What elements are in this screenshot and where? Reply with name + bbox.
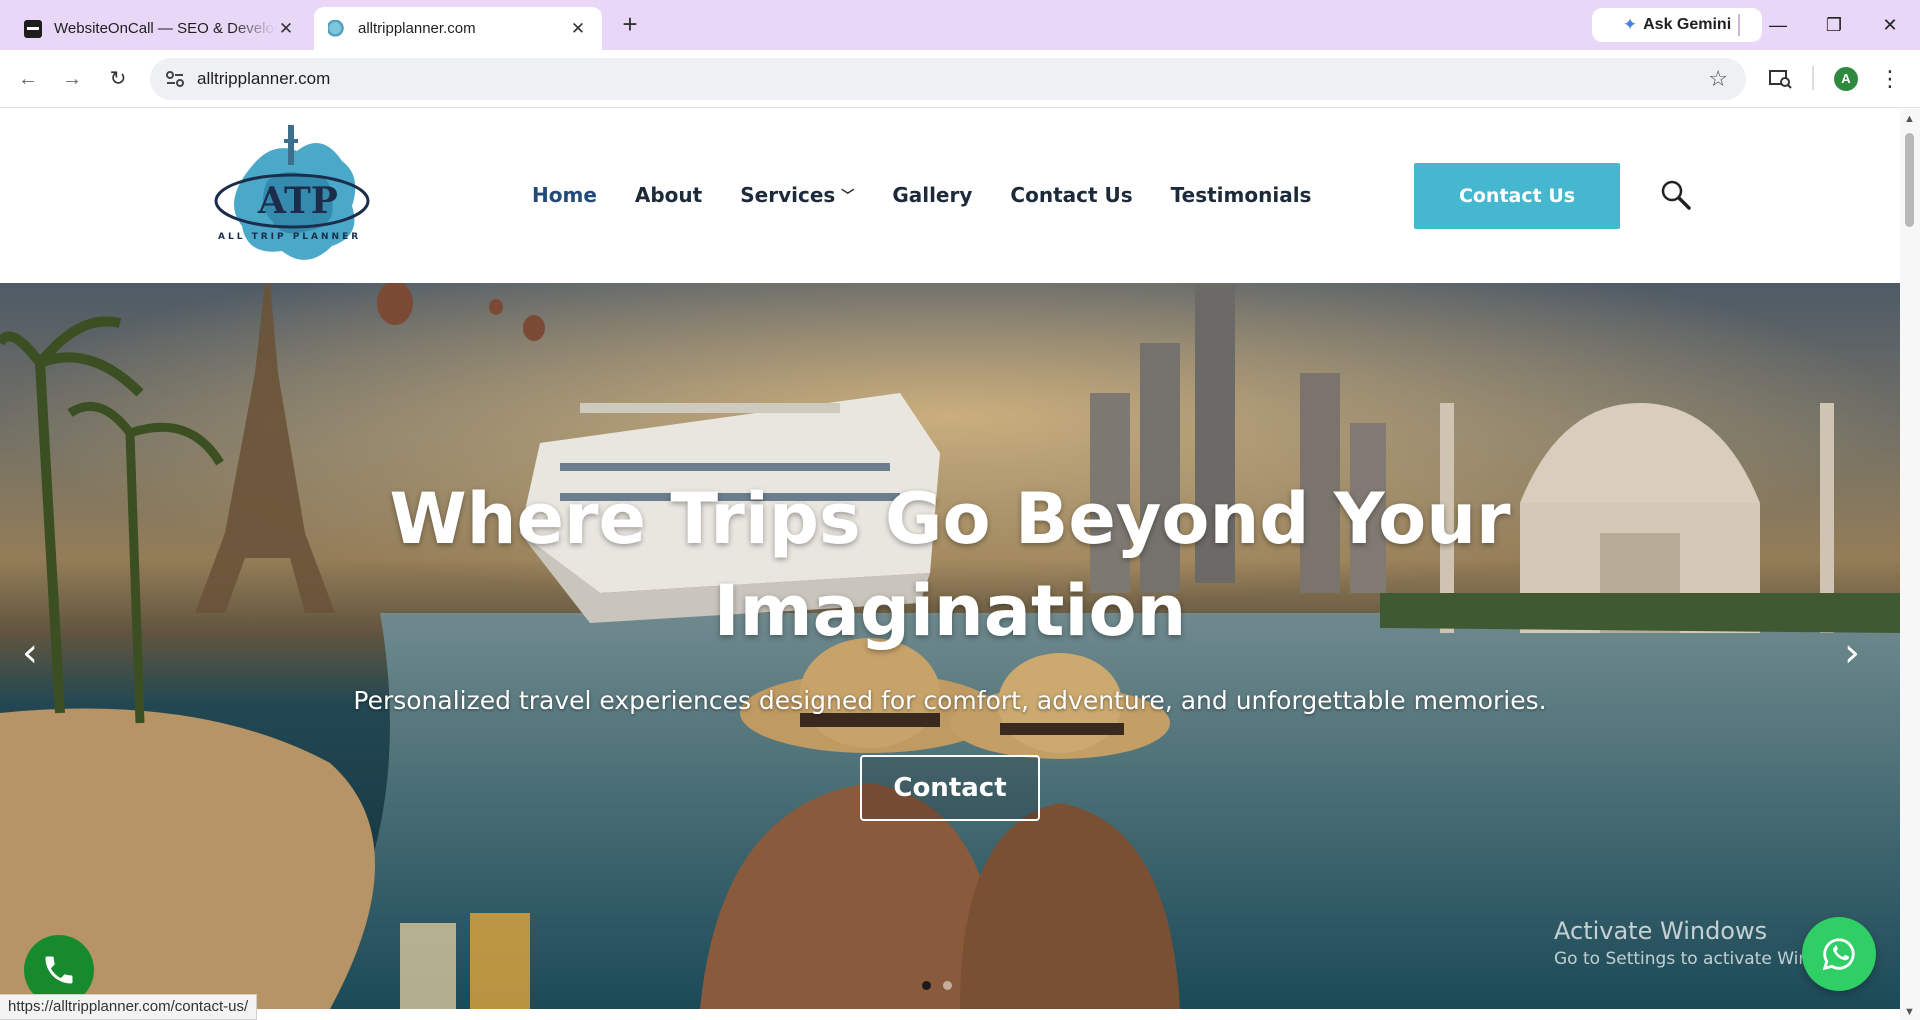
scrollbar-thumb[interactable] — [1905, 133, 1914, 227]
hero-subtitle: Personalized travel experiences designed… — [353, 686, 1547, 715]
tab-websiteoncall[interactable]: WebsiteOnCall — SEO & Development ✕ — [10, 7, 310, 50]
slider-pagination — [922, 981, 952, 990]
nav-contact-us[interactable]: Contact Us — [1010, 183, 1132, 207]
main-navigation: Home About Services ﹀ Gallery Contact Us … — [532, 183, 1349, 207]
nav-services[interactable]: Services ﹀ — [740, 183, 854, 207]
nav-gallery[interactable]: Gallery — [892, 183, 972, 207]
gemini-sparkle-icon: ✦ — [1622, 15, 1638, 34]
close-window-icon[interactable]: ✕ — [1872, 8, 1908, 42]
alltripplanner-favicon-icon — [328, 19, 346, 38]
nav-testimonials[interactable]: Testimonials — [1171, 183, 1312, 207]
nav-about[interactable]: About — [635, 183, 702, 207]
hero-title-line-1: Where Trips Go Beyond Your — [389, 478, 1511, 560]
hero-title: Where Trips Go Beyond Your Imagination — [0, 473, 1900, 657]
header-contact-us-button[interactable]: Contact Us — [1414, 163, 1620, 229]
scroll-up-arrow-icon[interactable]: ▲ — [1904, 113, 1915, 125]
scroll-down-arrow-icon[interactable]: ▼ — [1904, 1006, 1915, 1018]
site-settings-icon[interactable] — [164, 68, 186, 90]
hero-slider: Where Trips Go Beyond Your Imagination P… — [0, 283, 1900, 1009]
divider — [1812, 66, 1814, 90]
restore-window-icon[interactable]: ❐ — [1816, 8, 1852, 42]
browser-tab-strip: WebsiteOnCall — SEO & Development ✕ allt… — [0, 0, 1920, 50]
slider-prev-arrow-icon[interactable]: ‹ — [10, 628, 50, 678]
svg-text:ALL TRIP PLANNER: ALL TRIP PLANNER — [218, 232, 361, 242]
address-bar[interactable]: alltripplanner.com ☆ — [150, 58, 1746, 100]
logo-letters: ATP — [257, 180, 338, 222]
page-scrollbar[interactable]: ▲ ▼ — [1900, 109, 1920, 1020]
bookmark-star-icon[interactable]: ☆ — [1708, 66, 1728, 92]
status-bar-url: https://alltripplanner.com/contact-us/ — [0, 994, 258, 1020]
ask-gemini-button[interactable]: ✦ Ask Gemini — [1592, 8, 1762, 42]
tab-alltripplanner[interactable]: alltripplanner.com ✕ — [314, 7, 602, 50]
browser-toolbar: ← → ↻ alltripplanner.com ☆ ⋮ — [0, 50, 1920, 108]
divider — [1738, 14, 1740, 36]
hero-title-line-2: Imagination — [713, 570, 1187, 652]
whatsapp-button[interactable] — [1802, 917, 1876, 991]
back-arrow-icon[interactable]: ← — [12, 63, 44, 95]
chevron-down-icon: ﹀ — [841, 189, 855, 204]
media-search-icon[interactable] — [1764, 63, 1796, 95]
tab-title: WebsiteOnCall — SEO & Development — [54, 20, 276, 37]
websiteoncall-favicon-icon — [24, 19, 42, 38]
url-text: alltripplanner.com — [197, 69, 331, 88]
reload-icon[interactable]: ↻ — [102, 63, 134, 95]
close-tab-icon[interactable]: ✕ — [276, 19, 296, 39]
slider-dot[interactable] — [943, 981, 952, 990]
nav-services-label: Services — [740, 183, 836, 207]
slider-dot[interactable] — [922, 981, 931, 990]
site-header: ATP ALL TRIP PLANNER Home About Services… — [0, 109, 1900, 283]
profile-avatar[interactable]: A — [1834, 67, 1858, 91]
ask-gemini-label: Ask Gemini — [1643, 16, 1732, 33]
close-tab-icon[interactable]: ✕ — [568, 19, 588, 39]
slider-next-arrow-icon[interactable]: › — [1832, 628, 1872, 678]
phone-icon — [45, 956, 73, 984]
tab-title: alltripplanner.com — [358, 20, 476, 37]
hero-contact-button[interactable]: Contact — [860, 755, 1040, 821]
minimize-icon[interactable]: — — [1760, 8, 1796, 42]
search-icon[interactable] — [1660, 179, 1692, 211]
new-tab-plus-icon[interactable]: + — [616, 10, 644, 38]
nav-home[interactable]: Home — [532, 183, 597, 207]
browser-menu-icon[interactable]: ⋮ — [1874, 63, 1906, 95]
whatsapp-icon — [1822, 938, 1855, 971]
all-trip-planner-logo[interactable]: ATP ALL TRIP PLANNER — [212, 121, 374, 271]
forward-arrow-icon[interactable]: → — [56, 63, 88, 95]
